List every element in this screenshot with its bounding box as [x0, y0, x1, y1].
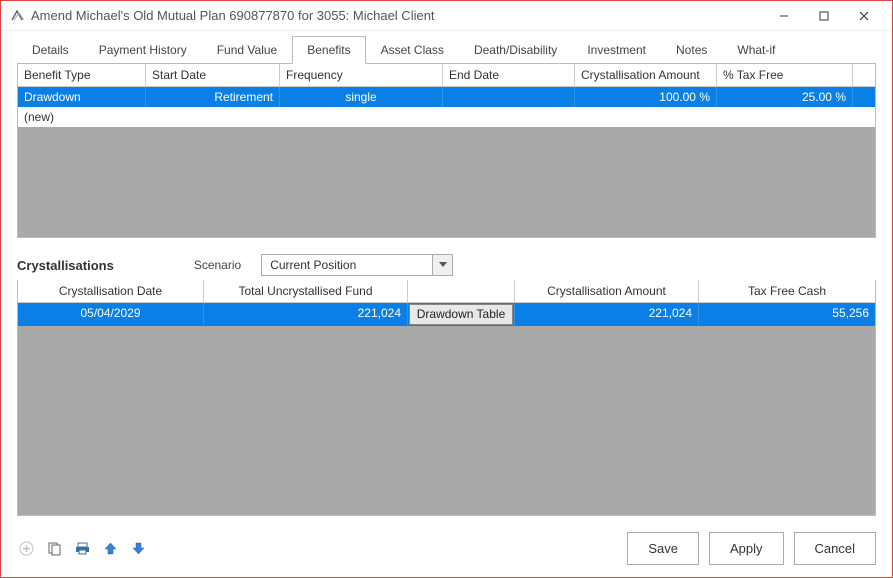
cell-tax-free: 25.00 % — [717, 87, 853, 107]
benefits-grid: Benefit Type Start Date Frequency End Da… — [17, 64, 876, 238]
benefits-grid-header: Benefit Type Start Date Frequency End Da… — [18, 64, 875, 87]
content-area: Details Payment History Fund Value Benef… — [1, 31, 892, 524]
tab-details[interactable]: Details — [17, 36, 84, 64]
cell-fund: 221,024 — [204, 303, 408, 326]
crystallisations-grid-body: 05/04/2029 221,024 Drawdown Table 221,02… — [18, 303, 875, 473]
col-start-date[interactable]: Start Date — [146, 64, 280, 86]
table-row[interactable]: Drawdown Retirement single 100.00 % 25.0… — [18, 87, 875, 107]
tab-asset-class[interactable]: Asset Class — [366, 36, 459, 64]
scenario-select[interactable]: Current Position — [261, 254, 453, 276]
footer-toolbar — [17, 540, 147, 558]
col-crystallisation-amount-2[interactable]: Crystallisation Amount — [515, 280, 699, 302]
window: Amend Michael's Old Mutual Plan 69087787… — [0, 0, 893, 578]
crystallisations-grid-header: Crystallisation Date Total Uncrystallise… — [18, 280, 875, 303]
table-row[interactable]: 05/04/2029 221,024 Drawdown Table 221,02… — [18, 303, 875, 326]
col-frequency[interactable]: Frequency — [280, 64, 443, 86]
app-icon — [9, 8, 25, 24]
cell-drawdown-action: Drawdown Table — [408, 303, 515, 326]
add-icon[interactable] — [17, 540, 35, 558]
tab-death-disability[interactable]: Death/Disability — [459, 36, 572, 64]
table-row-new[interactable]: (new) — [18, 107, 875, 127]
col-action[interactable] — [408, 280, 515, 302]
col-tax-free[interactable]: % Tax Free — [717, 64, 853, 86]
cell-amount: 221,024 — [515, 303, 699, 326]
tab-what-if[interactable]: What-if — [722, 36, 790, 64]
cell-frequency: single — [280, 87, 443, 107]
window-title: Amend Michael's Old Mutual Plan 69087787… — [31, 8, 764, 23]
cell-crystallisation-amount: 100.00 % — [575, 87, 717, 107]
col-crystallisation-amount[interactable]: Crystallisation Amount — [575, 64, 717, 86]
benefits-grid-body: Drawdown Retirement single 100.00 % 25.0… — [18, 87, 875, 237]
col-end-date[interactable]: End Date — [443, 64, 575, 86]
footer: Save Apply Cancel — [1, 524, 892, 577]
drawdown-table-button[interactable]: Drawdown Table — [409, 304, 513, 325]
titlebar: Amend Michael's Old Mutual Plan 69087787… — [1, 1, 892, 31]
col-spacer — [853, 64, 875, 86]
tab-fund-value[interactable]: Fund Value — [202, 36, 293, 64]
scenario-value: Current Position — [262, 258, 432, 272]
maximize-button[interactable] — [804, 2, 844, 30]
save-button[interactable]: Save — [627, 532, 699, 565]
tab-benefits[interactable]: Benefits — [292, 36, 365, 64]
apply-button[interactable]: Apply — [709, 532, 784, 565]
footer-buttons: Save Apply Cancel — [627, 532, 876, 565]
crystallisations-title: Crystallisations — [17, 258, 114, 273]
window-controls — [764, 2, 884, 30]
close-button[interactable] — [844, 2, 884, 30]
print-icon[interactable] — [73, 540, 91, 558]
col-benefit-type[interactable]: Benefit Type — [18, 64, 146, 86]
arrow-up-icon[interactable] — [101, 540, 119, 558]
cell-benefit-type: Drawdown — [18, 87, 146, 107]
cancel-button[interactable]: Cancel — [794, 532, 876, 565]
cell-start-date: Retirement — [146, 87, 280, 107]
tab-notes[interactable]: Notes — [661, 36, 722, 64]
tab-investment[interactable]: Investment — [572, 36, 661, 64]
crystallisations-header: Crystallisations Scenario Current Positi… — [17, 254, 876, 276]
tab-strip: Details Payment History Fund Value Benef… — [17, 35, 876, 64]
tab-payment-history[interactable]: Payment History — [84, 36, 202, 64]
minimize-button[interactable] — [764, 2, 804, 30]
crystallisations-grid: Crystallisation Date Total Uncrystallise… — [17, 280, 876, 516]
cell-end-date — [443, 87, 575, 107]
cell-date: 05/04/2029 — [18, 303, 204, 326]
scenario-label: Scenario — [194, 258, 241, 272]
arrow-down-icon[interactable] — [129, 540, 147, 558]
copy-icon[interactable] — [45, 540, 63, 558]
col-crystallisation-date[interactable]: Crystallisation Date — [18, 280, 204, 302]
chevron-down-icon[interactable] — [432, 255, 452, 275]
cell-new: (new) — [18, 107, 146, 127]
cell-cash: 55,256 — [699, 303, 875, 326]
col-tax-free-cash[interactable]: Tax Free Cash — [699, 280, 875, 302]
col-total-uncrystallised[interactable]: Total Uncrystallised Fund — [204, 280, 408, 302]
